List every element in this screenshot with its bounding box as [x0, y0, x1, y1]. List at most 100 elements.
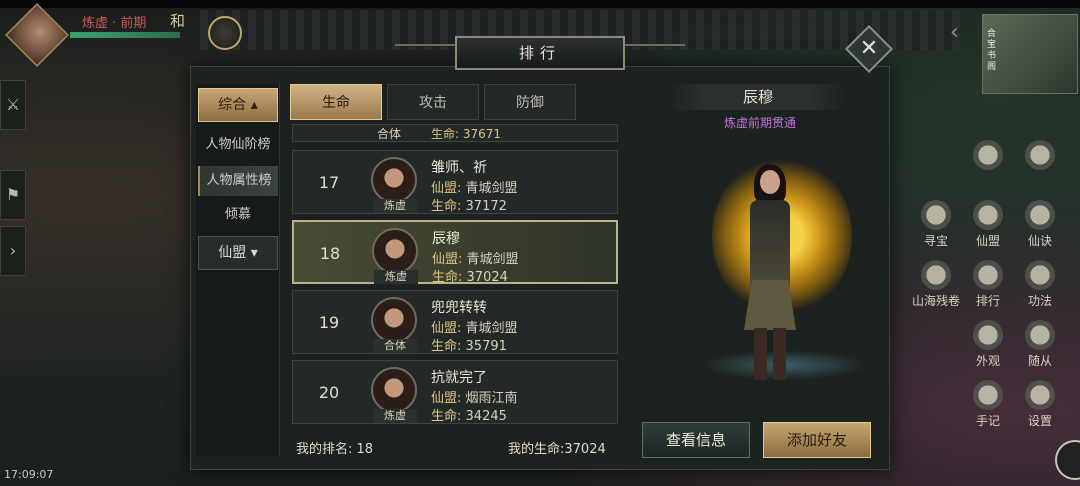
player-name: 雏师、祈 — [431, 160, 487, 176]
guild-text: 仙盟: 青城剑盟 — [431, 317, 518, 336]
chevron-up-icon: ▴ — [250, 97, 258, 113]
list-item-selected[interactable]: 18 炼虚 辰穆 仙盟: 青城剑盟 生命: 37024 — [292, 220, 618, 285]
nav-sub-label: 仙盟 — [218, 245, 247, 261]
hp-label: 生命: — [431, 339, 462, 354]
avatar — [372, 228, 418, 274]
treasure-hunt-button[interactable]: 寻宝 — [910, 200, 962, 249]
hp-text: 生命: 34245 — [431, 405, 507, 424]
follower-button[interactable]: 随从 — [1014, 320, 1066, 369]
realm-badge: 炼虚 — [373, 409, 417, 423]
player-name: 兜兜转转 — [431, 300, 487, 316]
guild-label: 仙盟: — [431, 181, 462, 196]
skill-label: 外观 — [975, 354, 1000, 368]
bag-icon[interactable] — [962, 140, 1014, 172]
list-item[interactable]: 20 炼虚 抗就完了 仙盟: 烟雨江南 生命: 34245 — [292, 360, 618, 424]
side-sword-tab[interactable]: ⚔ — [0, 80, 26, 130]
guild-value: 烟雨江南 — [465, 391, 518, 406]
hp-value: 34245 — [465, 409, 507, 424]
nav-guild-dropdown[interactable]: 仙盟 ▾ — [198, 236, 278, 270]
guild-value: 青城剑盟 — [465, 181, 518, 196]
realm-badge: 炼虚 — [374, 270, 418, 284]
list-item[interactable]: 17 炼虚 雏师、祈 仙盟: 青城剑盟 生命: 37172 — [292, 150, 618, 214]
hp-label: 生命: — [431, 199, 462, 214]
nav-item-admire[interactable]: 倾慕 — [198, 200, 278, 230]
guild-text: 仙盟: 烟雨江南 — [431, 387, 518, 406]
status-time: 17:09:07 — [4, 468, 54, 481]
guild-label: 仙盟: — [431, 391, 462, 406]
minimap-label: 合 — [987, 29, 997, 39]
hp-value: 37172 — [465, 199, 507, 214]
skill-label: 手记 — [975, 414, 1000, 428]
view-info-button[interactable]: 查看信息 — [642, 422, 750, 458]
my-hp: 我的生命:37024 — [508, 442, 606, 457]
title-ornament — [625, 44, 685, 62]
selected-player-title: 炼虚前期贯通 — [723, 116, 796, 130]
side-flag-tab[interactable]: ⚑ — [0, 170, 26, 220]
avatar — [371, 367, 417, 413]
chevron-down-icon: ▾ — [250, 245, 258, 261]
guild-label: 仙盟: — [432, 252, 463, 267]
character-model — [740, 164, 800, 380]
skill-label: 仙盟 — [975, 234, 1000, 248]
player-hp-bar — [70, 32, 180, 38]
nav-item-attr[interactable]: 人物属性榜 — [198, 166, 278, 196]
nav-category-main[interactable]: 综合 ▴ — [198, 88, 278, 122]
hp-value: 35791 — [465, 339, 507, 354]
settings-button[interactable]: 设置 — [1014, 380, 1066, 429]
panel-title: 排行 — [455, 36, 625, 70]
minimap[interactable]: 合 宝 书 阁 — [982, 14, 1078, 94]
nav-item-rank[interactable]: 人物仙阶榜 — [198, 130, 278, 160]
list-item[interactable]: 19 合体 兜兜转转 仙盟: 青城剑盟 生命: 35791 — [292, 290, 618, 354]
hp-text: 生命: 35791 — [431, 335, 507, 354]
skill-label: 设置 — [1027, 414, 1052, 428]
skill-label: 功法 — [1027, 294, 1052, 308]
notes-button[interactable]: 手记 — [962, 380, 1014, 429]
hp-label: 生命: — [432, 270, 463, 285]
hp-value: 37024 — [466, 270, 508, 285]
xianjue-button[interactable]: 仙诀 — [1014, 200, 1066, 249]
skill-label: 仙诀 — [1027, 234, 1052, 248]
shanhai-button[interactable]: 山海残卷 — [910, 260, 962, 309]
skill-label: 山海残卷 — [911, 294, 960, 308]
guild-text: 仙盟: 青城剑盟 — [431, 177, 518, 196]
player-name: 抗就完了 — [431, 370, 487, 386]
minimap-label: 书 — [987, 51, 997, 61]
tab-hp[interactable]: 生命 — [290, 84, 382, 120]
rank-number: 17 — [318, 173, 340, 192]
ranking-button[interactable]: 排行 — [962, 260, 1014, 309]
skill-label: 随从 — [1027, 354, 1052, 368]
emblem-icon[interactable] — [208, 16, 242, 50]
yinyang-icon[interactable] — [1014, 140, 1066, 172]
rank-number: 19 — [318, 313, 340, 332]
realm-badge: 炼虚 — [373, 199, 417, 213]
minimap-label: 阁 — [987, 62, 997, 72]
avatar — [371, 297, 417, 343]
ranking-list[interactable]: 17 炼虚 雏师、祈 仙盟: 青城剑盟 生命: 37172 18 炼虚 辰穆 仙… — [290, 126, 620, 428]
gongfa-button[interactable]: 功法 — [1014, 260, 1066, 309]
player-mode[interactable]: 和 — [170, 10, 185, 31]
avatar — [371, 157, 417, 203]
rank-number: 18 — [319, 244, 341, 263]
rank-number: 20 — [318, 383, 340, 402]
add-friend-button[interactable]: 添加好友 — [763, 422, 871, 458]
player-realm: 炼虚 · 前期 — [82, 16, 147, 31]
collapse-arrow-icon[interactable]: ‹ — [950, 20, 959, 45]
minimap-label: 宝 — [987, 40, 997, 50]
title-ornament — [395, 44, 455, 62]
tab-defense[interactable]: 防御 — [484, 84, 576, 120]
close-icon: ✕ — [859, 36, 879, 61]
appearance-button[interactable]: 外观 — [962, 320, 1014, 369]
tab-attack[interactable]: 攻击 — [387, 84, 479, 120]
hp-label: 生命: — [431, 409, 462, 424]
guild-button[interactable]: 仙盟 — [962, 200, 1014, 249]
side-expand-tab[interactable]: › — [0, 226, 26, 276]
selected-player-name: 辰穆 — [670, 84, 846, 110]
guild-label: 仙盟: — [431, 321, 462, 336]
realm-badge: 合体 — [373, 339, 417, 353]
nav-main-label: 综合 — [218, 97, 247, 113]
hp-text: 生命: 37172 — [431, 195, 507, 214]
hp-text: 生命: 37024 — [432, 266, 508, 285]
guild-value: 青城剑盟 — [466, 252, 519, 267]
skill-label: 排行 — [975, 294, 1000, 308]
guild-text: 仙盟: 青城剑盟 — [432, 248, 519, 267]
